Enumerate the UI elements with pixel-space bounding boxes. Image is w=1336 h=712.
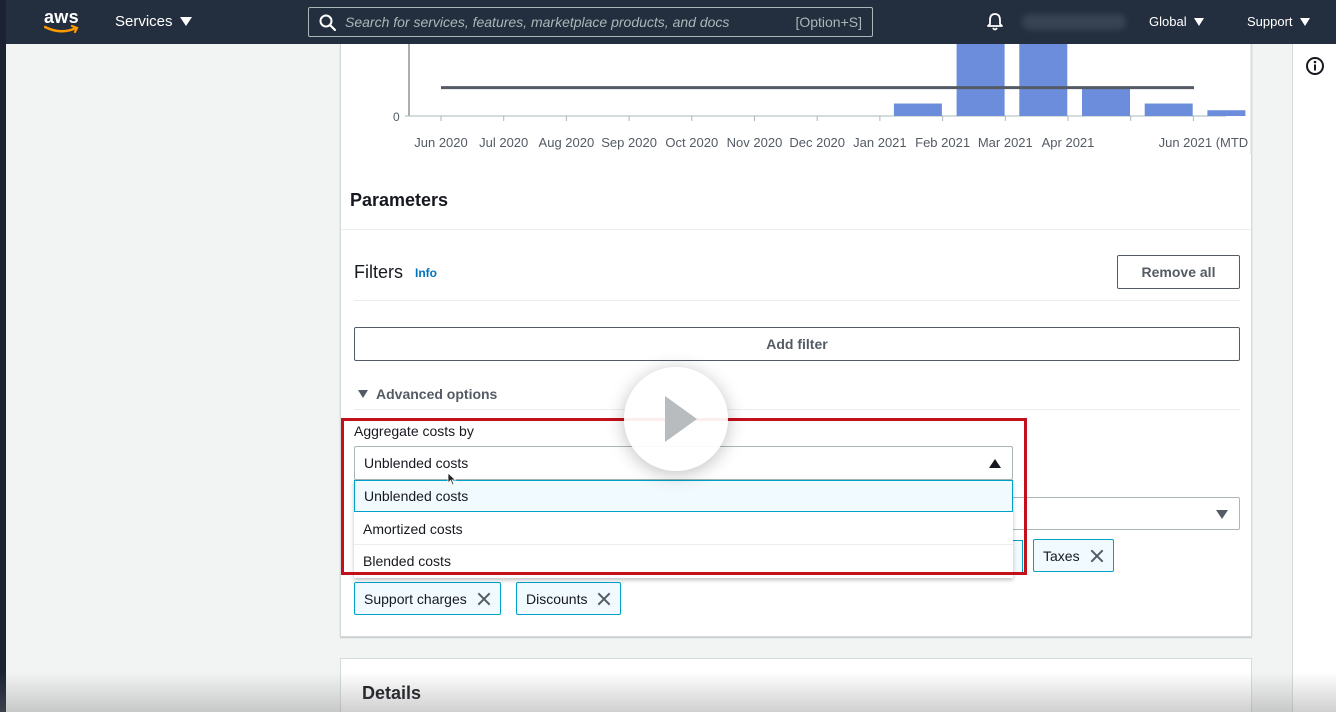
caret-down-icon xyxy=(1193,17,1204,26)
caret-down-icon xyxy=(179,17,192,26)
caret-down-icon xyxy=(1216,510,1228,519)
x-tick-label: Mar 2021 xyxy=(977,135,1033,150)
services-label: Services xyxy=(115,13,173,30)
search-bar[interactable]: Search for services, features, marketpla… xyxy=(308,7,873,37)
advanced-options-toggle[interactable]: Advanced options xyxy=(358,386,497,402)
token-taxes: Taxes xyxy=(1033,539,1114,572)
filters-title: Filters xyxy=(354,262,403,282)
add-filter-button[interactable]: Add filter xyxy=(354,327,1240,361)
x-tick-label: Oct 2020 xyxy=(665,135,719,150)
top-navigation: aws Services Search for services, featur… xyxy=(6,0,1336,44)
aws-smile-icon xyxy=(44,25,79,34)
parameters-title: Parameters xyxy=(350,190,449,210)
caret-down-icon xyxy=(358,390,368,398)
x-tick-label: Jun 2020 xyxy=(414,135,468,150)
play-icon xyxy=(665,396,697,442)
close-icon[interactable] xyxy=(477,592,491,606)
x-tick-label: Apr 2021 xyxy=(1041,135,1095,150)
account-menu[interactable] xyxy=(1022,14,1126,30)
search-icon xyxy=(319,14,337,32)
tools-panel xyxy=(1292,44,1336,712)
cost-chart: Jun 2020 Jul 2020 Aug 2020 Sep 2020 Oct 2020… xyxy=(341,44,1251,156)
token-label: Discounts xyxy=(526,590,588,607)
support-label: Support xyxy=(1247,14,1293,29)
chart-bar[interactable] xyxy=(956,44,1005,116)
charge-type-select[interactable] xyxy=(1013,497,1240,530)
x-tick-label: Sep 2020 xyxy=(601,135,657,150)
services-menu[interactable]: Services xyxy=(115,13,192,30)
x-tick-label: Nov 2020 xyxy=(726,135,783,150)
x-tick-label: Jul 2020 xyxy=(479,135,529,150)
search-shortcut: [Option+S] xyxy=(795,14,862,30)
play-button[interactable] xyxy=(624,367,728,471)
x-tick-label: Aug 2020 xyxy=(538,135,595,150)
close-icon[interactable] xyxy=(1090,549,1104,563)
details-title: Details xyxy=(362,683,422,703)
divider xyxy=(341,229,1251,230)
details-card: Details xyxy=(340,658,1252,712)
token-support-charges: Support charges xyxy=(354,582,501,615)
token-label: Support charges xyxy=(364,590,467,607)
close-icon[interactable] xyxy=(597,592,611,606)
caret-down-icon xyxy=(1299,17,1310,26)
search-placeholder: Search for services, features, marketpla… xyxy=(345,14,730,30)
region-menu[interactable]: Global xyxy=(1149,14,1204,29)
chart-bar[interactable] xyxy=(1082,88,1130,116)
chart-bar[interactable] xyxy=(1019,44,1068,116)
region-label: Global xyxy=(1149,14,1187,29)
x-tick-label: Dec 2020 xyxy=(789,135,846,150)
chart-bar[interactable] xyxy=(1207,110,1246,116)
advanced-options-label: Advanced options xyxy=(376,386,498,402)
bell-icon[interactable] xyxy=(986,12,1004,32)
left-edge xyxy=(0,0,6,712)
x-tick-label: Jun 2021 (MTD xyxy=(1158,135,1249,150)
token-discounts: Discounts xyxy=(516,582,622,615)
x-tick-label: Jan 2021 xyxy=(853,135,907,150)
support-menu[interactable]: Support xyxy=(1247,14,1310,29)
divider xyxy=(354,300,1240,301)
divider xyxy=(354,409,1240,410)
info-icon[interactable] xyxy=(1305,56,1325,76)
y-tick-label: 0 xyxy=(393,110,400,124)
remove-all-button[interactable]: Remove all xyxy=(1117,255,1240,289)
chart-bar[interactable] xyxy=(1144,103,1193,116)
filters-info-link[interactable]: Info xyxy=(415,266,437,280)
chart-bar[interactable] xyxy=(893,103,942,116)
token-label: Taxes xyxy=(1043,547,1080,564)
x-tick-label: Feb 2021 xyxy=(915,135,971,150)
aws-logo[interactable]: aws xyxy=(44,7,84,36)
